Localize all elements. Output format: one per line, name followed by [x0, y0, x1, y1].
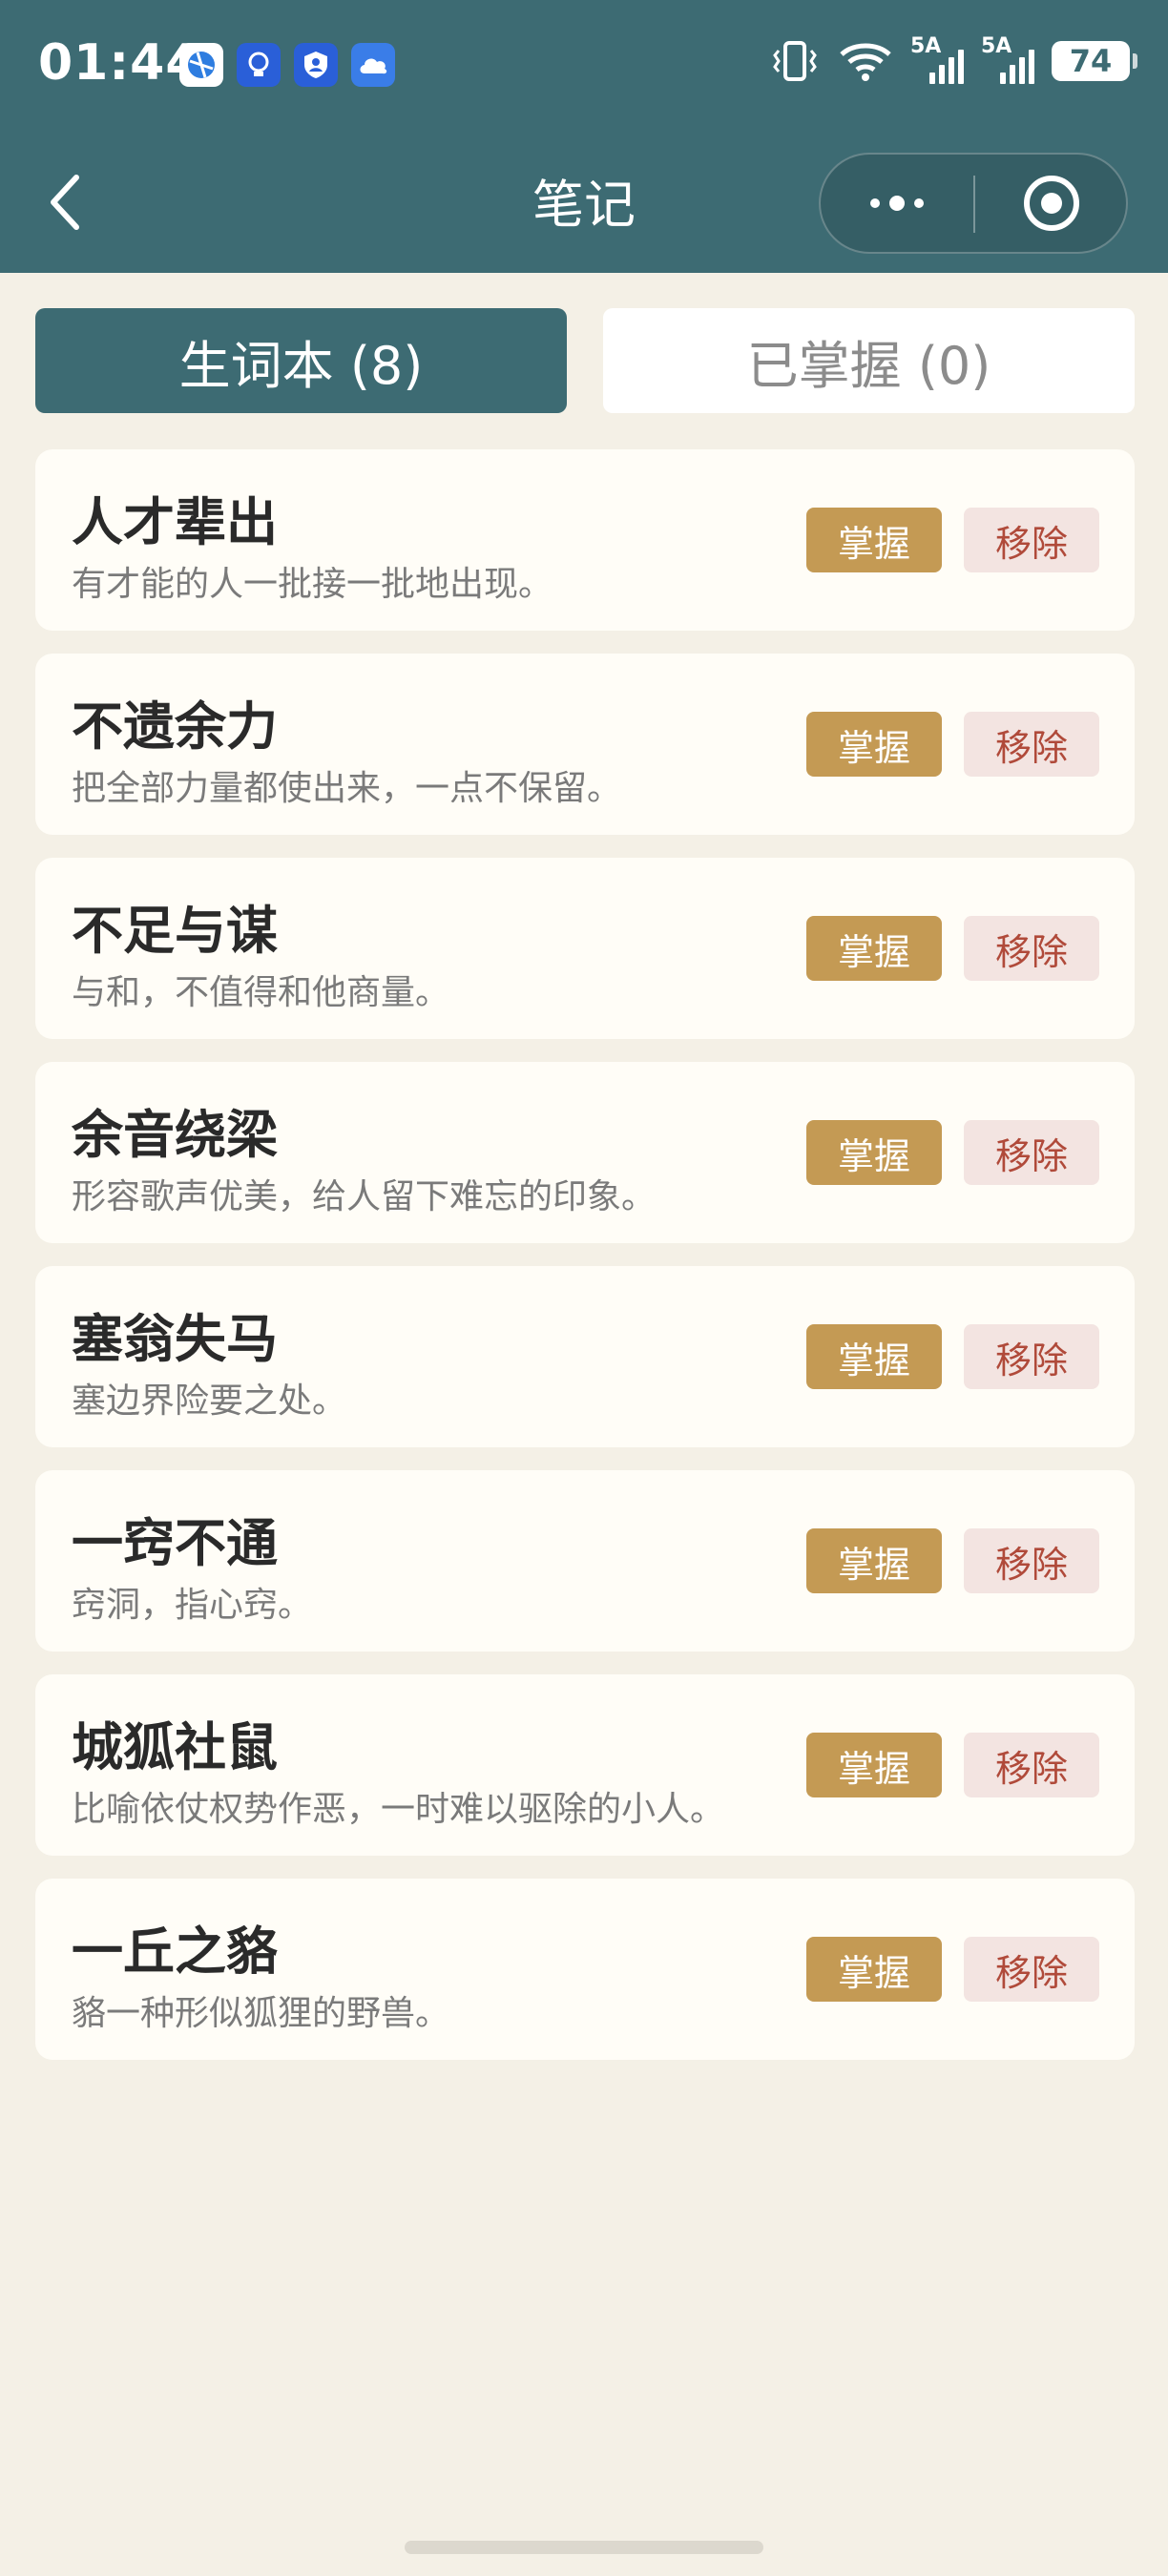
- master-button[interactable]: 掌握: [806, 916, 942, 981]
- signal-icon-2: 5A: [981, 34, 1034, 84]
- bulb-icon: [237, 43, 281, 87]
- tab-vocabulary[interactable]: 生词本 (8): [35, 308, 567, 413]
- remove-button[interactable]: 移除: [964, 1528, 1099, 1593]
- word-meaning: 与和，不值得和他商量。: [72, 973, 450, 1012]
- word-title: 不遗余力: [72, 696, 278, 757]
- close-button[interactable]: [975, 155, 1128, 252]
- master-button[interactable]: 掌握: [806, 1733, 942, 1797]
- wifi-icon: [840, 43, 891, 81]
- status-time: 01:44: [38, 34, 201, 92]
- more-dot-icon: [889, 196, 905, 211]
- nav-bar: 笔记: [0, 134, 1168, 273]
- word-meaning: 有才能的人一批接一批地出现。: [72, 565, 553, 604]
- word-meaning: 貉一种形似狐狸的野兽。: [72, 1994, 450, 2033]
- remove-button[interactable]: 移除: [964, 1324, 1099, 1389]
- remove-button[interactable]: 移除: [964, 916, 1099, 981]
- target-icon: [1024, 176, 1079, 231]
- remove-button[interactable]: 移除: [964, 712, 1099, 777]
- signal-icon-1: 5A: [910, 34, 964, 84]
- remove-button[interactable]: 移除: [964, 1937, 1099, 2002]
- battery-icon: 74: [1052, 41, 1137, 81]
- word-meaning: 窍洞，指心窍。: [72, 1586, 313, 1625]
- vibrate-icon: [773, 41, 817, 81]
- master-button[interactable]: 掌握: [806, 508, 942, 572]
- word-title: 人才辈出: [72, 492, 278, 552]
- remove-button[interactable]: 移除: [964, 1120, 1099, 1185]
- word-title: 塞翁失马: [72, 1309, 278, 1369]
- remove-button[interactable]: 移除: [964, 508, 1099, 572]
- cloud-icon: [351, 43, 395, 87]
- word-title: 城狐社鼠: [72, 1717, 278, 1777]
- browser-icon: [179, 43, 223, 87]
- word-card: 不遗余力 把全部力量都使出来，一点不保留。 掌握 移除: [35, 654, 1135, 835]
- word-card: 余音绕梁 形容歌声优美，给人留下难忘的印象。 掌握 移除: [35, 1062, 1135, 1243]
- word-card: 塞翁失马 塞边界险要之处。 掌握 移除: [35, 1266, 1135, 1447]
- mini-program-capsule: [819, 153, 1128, 254]
- word-meaning: 比喻依仗权势作恶，一时难以驱除的小人。: [72, 1790, 725, 1829]
- master-button[interactable]: 掌握: [806, 1937, 942, 2002]
- word-title: 一窍不通: [72, 1513, 278, 1573]
- battery-level: 74: [1069, 43, 1113, 79]
- word-card: 一窍不通 窍洞，指心窍。 掌握 移除: [35, 1470, 1135, 1652]
- master-button[interactable]: 掌握: [806, 1324, 942, 1389]
- word-title: 余音绕梁: [72, 1105, 278, 1165]
- home-indicator[interactable]: [405, 2541, 763, 2554]
- word-title: 不足与谋: [72, 901, 278, 961]
- master-button[interactable]: 掌握: [806, 712, 942, 777]
- notification-icons: [179, 43, 395, 87]
- word-card: 一丘之貉 貉一种形似狐狸的野兽。 掌握 移除: [35, 1879, 1135, 2060]
- status-bar: 01:44 5A 5A 74: [0, 0, 1168, 134]
- tab-mastered[interactable]: 已掌握 (0): [603, 308, 1135, 413]
- word-meaning: 形容歌声优美，给人留下难忘的印象。: [72, 1177, 657, 1216]
- word-title: 一丘之貉: [72, 1922, 278, 1982]
- word-meaning: 塞边界险要之处。: [72, 1381, 347, 1421]
- word-card: 城狐社鼠 比喻依仗权势作恶，一时难以驱除的小人。 掌握 移除: [35, 1674, 1135, 1856]
- shield-icon: [294, 43, 338, 87]
- master-button[interactable]: 掌握: [806, 1120, 942, 1185]
- tab-bar: 生词本 (8) 已掌握 (0): [35, 308, 1135, 413]
- header: 01:44 5A 5A 74 笔记: [0, 0, 1168, 273]
- more-button[interactable]: [821, 155, 973, 252]
- system-icons: 5A 5A 74: [769, 34, 1137, 84]
- word-meaning: 把全部力量都使出来，一点不保留。: [72, 769, 622, 808]
- master-button[interactable]: 掌握: [806, 1528, 942, 1593]
- remove-button[interactable]: 移除: [964, 1733, 1099, 1797]
- word-card: 不足与谋 与和，不值得和他商量。 掌握 移除: [35, 858, 1135, 1039]
- more-dot-icon: [870, 198, 880, 208]
- word-card: 人才辈出 有才能的人一批接一批地出现。 掌握 移除: [35, 449, 1135, 631]
- more-dot-icon: [914, 198, 924, 208]
